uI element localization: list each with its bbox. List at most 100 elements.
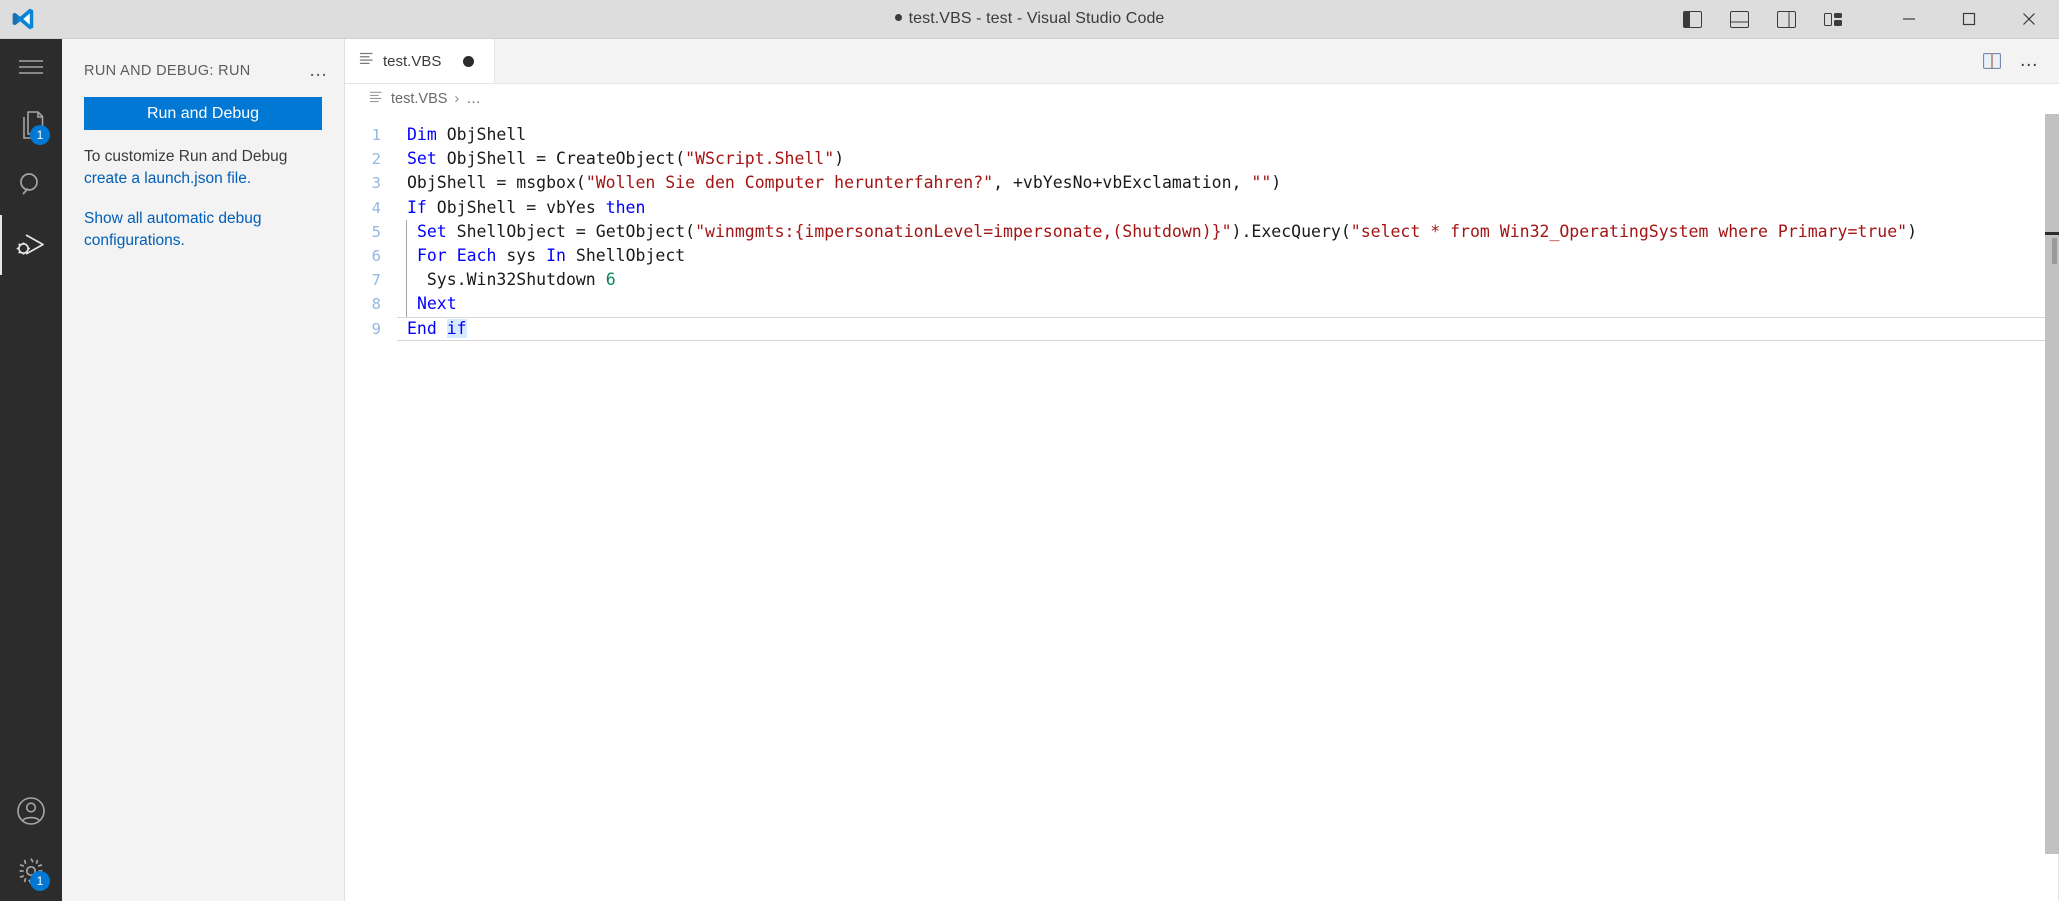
sidebar-item-manage[interactable]: 1 — [0, 841, 62, 901]
explorer-badge: 1 — [30, 125, 50, 145]
manage-badge: 1 — [30, 871, 50, 891]
breadcrumb: test.VBS › … — [345, 84, 2059, 114]
run-and-debug-button[interactable]: Run and Debug — [84, 97, 322, 130]
line-number: 9 — [345, 317, 397, 341]
code-token: "WScript.Shell" — [685, 149, 834, 168]
code-token: Set — [417, 222, 447, 241]
code-line[interactable]: 6 For Each sys In ShellObject — [345, 244, 2059, 268]
code-token: "winmgmts:{impersonationLevel=impersonat… — [695, 222, 1231, 241]
vscode-logo — [10, 6, 36, 32]
code-line[interactable]: 3ObjShell = msgbox("Wollen Sie den Compu… — [345, 171, 2059, 195]
tab-dirty-indicator[interactable] — [463, 56, 474, 67]
split-editor-right-icon[interactable] — [1975, 39, 2009, 84]
code-token — [447, 246, 457, 265]
title-bar-left — [0, 6, 220, 32]
line-text[interactable]: ObjShell = msgbox("Wollen Sie den Comput… — [397, 171, 1281, 195]
code-line[interactable]: 1Dim ObjShell — [345, 123, 2059, 147]
code-token: End — [407, 319, 437, 338]
side-bar-header: RUN AND DEBUG: RUN … — [62, 51, 344, 91]
tab-label: test.VBS — [383, 53, 441, 70]
code-token: "select * from Win32_OperatingSystem whe… — [1351, 222, 1907, 241]
code-editor[interactable]: 1Dim ObjShell2Set ObjShell = CreateObjec… — [345, 114, 2059, 901]
editor-vertical-scrollbar[interactable] — [2045, 114, 2059, 901]
line-text[interactable]: Set ShellObject = GetObject("winmgmts:{i… — [397, 220, 1917, 244]
code-line[interactable]: 4If ObjShell = vbYes then — [345, 196, 2059, 220]
line-text[interactable]: Sys.Win32Shutdown 6 — [397, 268, 616, 292]
line-text[interactable]: Next — [397, 292, 457, 316]
create-launch-json-link[interactable]: create a launch.json file. — [84, 170, 251, 187]
side-bar-content: Run and Debug To customize Run and Debug… — [62, 91, 344, 252]
sidebar-item-explorer[interactable]: 1 — [0, 95, 62, 155]
line-text[interactable]: End if — [397, 317, 467, 341]
toggle-primary-sidebar-icon[interactable] — [1669, 0, 1716, 39]
sidebar-item-accounts[interactable] — [0, 781, 62, 841]
line-number: 1 — [345, 123, 397, 147]
account-icon — [16, 796, 46, 826]
breadcrumb-file[interactable]: test.VBS — [391, 91, 447, 107]
code-token — [437, 319, 447, 338]
maximize-button[interactable] — [1939, 0, 1999, 39]
code-token: ) — [834, 149, 844, 168]
automatic-configs-hint: Show all automatic debug configurations. — [84, 208, 322, 252]
line-number: 6 — [345, 244, 397, 268]
code-token: ObjShell — [437, 125, 526, 144]
toggle-panel-icon[interactable] — [1716, 0, 1763, 39]
line-text[interactable]: Dim ObjShell — [397, 123, 526, 147]
code-line[interactable]: 8 Next — [345, 292, 2059, 316]
hamburger-icon[interactable] — [0, 39, 62, 95]
tab-test-vbs[interactable]: test.VBS — [345, 39, 495, 83]
side-bar-more-actions[interactable]: … — [305, 60, 334, 82]
line-text[interactable]: Set ObjShell = CreateObject("WScript.She… — [397, 147, 844, 171]
code-token: ).ExecQuery( — [1232, 222, 1351, 241]
code-line[interactable]: 7 Sys.Win32Shutdown 6 — [345, 268, 2059, 292]
code-content[interactable]: 1Dim ObjShell2Set ObjShell = CreateObjec… — [345, 114, 2059, 901]
window-title-text: test.VBS - test - Visual Studio Code — [909, 10, 1165, 27]
activity-bar: 1 — [0, 39, 62, 901]
code-line[interactable]: 5 Set ShellObject = GetObject("winmgmts:… — [345, 220, 2059, 244]
editor-area: test.VBS … — [345, 39, 2059, 901]
code-token: Each — [457, 246, 497, 265]
customize-hint: To customize Run and Debug create a laun… — [84, 146, 322, 190]
line-number: 7 — [345, 268, 397, 292]
line-number: 2 — [345, 147, 397, 171]
code-token: For — [417, 246, 447, 265]
code-token: Dim — [407, 125, 437, 144]
code-token: , +vbYesNo+vbExclamation, — [993, 173, 1251, 192]
code-token: ShellObject — [566, 246, 685, 265]
code-line[interactable]: 9End if — [345, 317, 2059, 341]
code-token: ) — [1907, 222, 1917, 241]
editor-more-actions[interactable]: … — [2013, 39, 2047, 84]
customize-hint-text: To customize Run and Debug — [84, 148, 287, 165]
code-token: Next — [417, 294, 457, 313]
code-token: if — [447, 319, 467, 338]
file-icon — [359, 51, 374, 71]
breadcrumb-file-icon — [369, 90, 383, 108]
minimize-button[interactable] — [1879, 0, 1939, 39]
code-token: "" — [1251, 173, 1271, 192]
layout-controls — [1669, 0, 1857, 39]
code-token: Sys.Win32Shutdown — [407, 270, 606, 289]
customize-layout-icon[interactable] — [1810, 0, 1857, 39]
editor-tabs: test.VBS … — [345, 39, 2059, 84]
title-bar-right — [1669, 0, 2059, 38]
breadcrumb-symbol[interactable]: … — [466, 91, 481, 107]
code-token: If — [407, 198, 427, 217]
sidebar-item-run-and-debug[interactable] — [0, 215, 62, 275]
title-bar: test.VBS - test - Visual Studio Code — [0, 0, 2059, 39]
debug-icon — [15, 231, 47, 259]
close-button[interactable] — [1999, 0, 2059, 39]
line-text[interactable]: If ObjShell = vbYes then — [397, 196, 645, 220]
scrollbar-decoration-top — [2045, 232, 2059, 235]
line-number: 3 — [345, 171, 397, 195]
window-controls — [1879, 0, 2059, 39]
code-token: ) — [1271, 173, 1281, 192]
show-automatic-debug-configs-link[interactable]: Show all automatic debug configurations. — [84, 210, 262, 249]
window-dirty-indicator — [895, 14, 902, 21]
line-text[interactable]: For Each sys In ShellObject — [397, 244, 685, 268]
code-token: 6 — [606, 270, 616, 289]
sidebar-item-search[interactable] — [0, 155, 62, 215]
code-token: ShellObject = GetObject( — [447, 222, 695, 241]
code-line[interactable]: 2Set ObjShell = CreateObject("WScript.Sh… — [345, 147, 2059, 171]
toggle-secondary-sidebar-icon[interactable] — [1763, 0, 1810, 39]
code-token: sys — [496, 246, 546, 265]
